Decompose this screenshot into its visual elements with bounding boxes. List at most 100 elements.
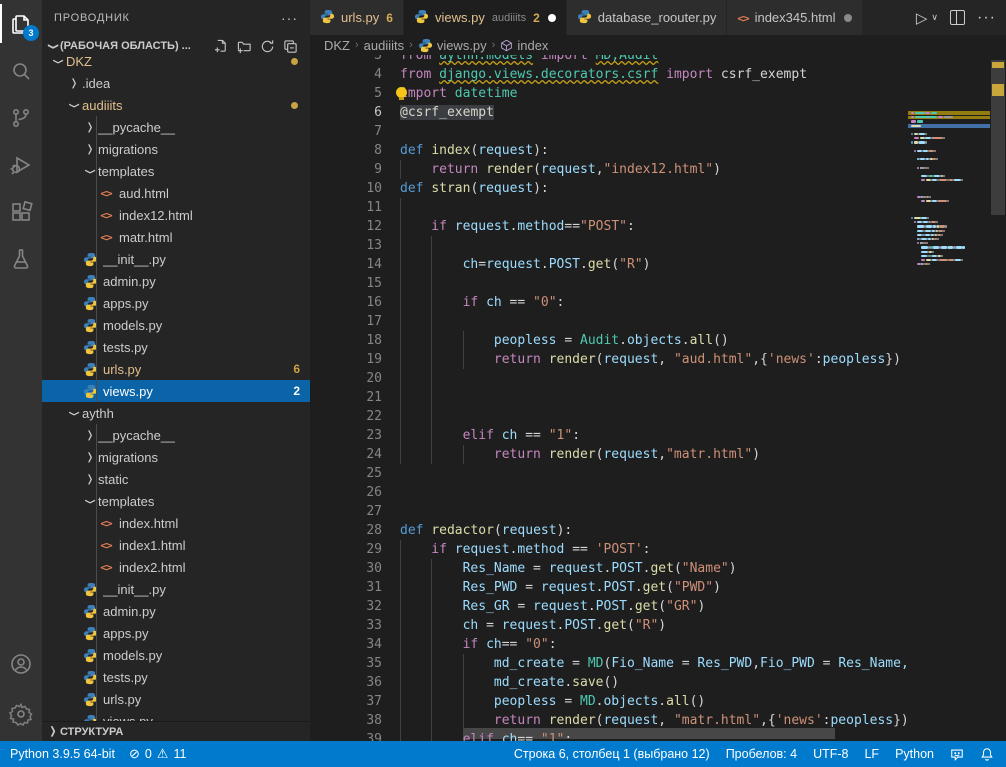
code-line-21[interactable]: 21: [310, 388, 908, 407]
tree-item--idea[interactable]: ❭.idea: [42, 72, 310, 94]
explorer-more-actions[interactable]: ···: [281, 10, 298, 26]
code-line-33[interactable]: 33ch = request.POST.get("R"): [310, 616, 908, 635]
tree-item-views-py[interactable]: views.py2: [42, 380, 310, 402]
python-interpreter-status[interactable]: Python 3.9.5 64-bit: [10, 747, 115, 761]
editor-more-actions[interactable]: ···: [977, 9, 996, 27]
code-line-39[interactable]: 39elif ch== "1":: [310, 730, 908, 741]
tree-item-tests-py[interactable]: tests.py: [42, 666, 310, 688]
tree-item-migrations[interactable]: ❭migrations: [42, 446, 310, 468]
code-line-6[interactable]: 6@csrf_exempt: [310, 103, 908, 122]
code-line-20[interactable]: 20: [310, 369, 908, 388]
tree-item-views-py[interactable]: views.py: [42, 710, 310, 721]
tab-index345-html[interactable]: <>index345.html: [727, 0, 862, 35]
tree-item-tests-py[interactable]: tests.py: [42, 336, 310, 358]
encoding-status[interactable]: UTF-8: [813, 747, 848, 761]
code-line-23[interactable]: 23elif ch == "1":: [310, 426, 908, 445]
tree-item-urls-py[interactable]: urls.py6: [42, 358, 310, 380]
code-editor[interactable]: 3from aythh.models import MD,Audit4from …: [310, 55, 1006, 741]
tree-item-aud-html[interactable]: <>aud.html: [42, 182, 310, 204]
code-line-19[interactable]: 19return render(request, "aud.html",{'ne…: [310, 350, 908, 369]
breadcrumb-item-views.py[interactable]: views.py: [418, 38, 487, 53]
settings-button[interactable]: [0, 687, 42, 741]
outline-section-header[interactable]: ❭ СТРУКТУРА: [42, 721, 310, 741]
code-line-22[interactable]: 22: [310, 407, 908, 426]
feedback-smiley-icon[interactable]: [950, 747, 964, 761]
code-line-38[interactable]: 38return render(request, "matr.html",{'n…: [310, 711, 908, 730]
new-file-icon[interactable]: [214, 39, 229, 54]
tree-item-dkz[interactable]: ❭DKZ: [42, 57, 310, 72]
extensions-activity-button[interactable]: [0, 188, 42, 235]
code-line-18[interactable]: 18peopless = Audit.objects.all(): [310, 331, 908, 350]
code-line-24[interactable]: 24return render(request,"matr.html"): [310, 445, 908, 464]
code-line-32[interactable]: 32Res_GR = request.POST.get("GR"): [310, 597, 908, 616]
dirty-dot-icon[interactable]: [844, 14, 852, 22]
tree-item-admin-py[interactable]: admin.py: [42, 270, 310, 292]
code-line-16[interactable]: 16if ch == "0":: [310, 293, 908, 312]
code-line-30[interactable]: 30Res_Name = request.POST.get("Name"): [310, 559, 908, 578]
language-mode-status[interactable]: Python: [895, 747, 934, 761]
tree-item--init-py[interactable]: __init__.py: [42, 248, 310, 270]
tree-item-index12-html[interactable]: <>index12.html: [42, 204, 310, 226]
code-line-28[interactable]: 28def redactor(request):: [310, 521, 908, 540]
code-line-8[interactable]: 8def index(request):: [310, 141, 908, 160]
source-control-activity-button[interactable]: [0, 94, 42, 141]
tree-item--pycache-[interactable]: ❭__pycache__: [42, 424, 310, 446]
code-line-17[interactable]: 17: [310, 312, 908, 331]
code-line-11[interactable]: 11: [310, 198, 908, 217]
code-line-35[interactable]: 35md_create = MD(Fio_Name = Res_PWD,Fio_…: [310, 654, 908, 673]
code-line-9[interactable]: 9return render(request,"index12.html"): [310, 160, 908, 179]
tree-item--pycache-[interactable]: ❭__pycache__: [42, 116, 310, 138]
breadcrumb-item-index[interactable]: index: [500, 38, 548, 53]
explorer-activity-button[interactable]: 3: [0, 0, 42, 47]
code-line-31[interactable]: 31Res_PWD = request.POST.get("PWD"): [310, 578, 908, 597]
tree-item-apps-py[interactable]: apps.py: [42, 292, 310, 314]
cursor-position-status[interactable]: Строка 6, столбец 1 (выбрано 12): [514, 747, 710, 761]
notifications-bell-icon[interactable]: [980, 747, 994, 761]
tree-item-aythh[interactable]: ❭aythh: [42, 402, 310, 424]
code-line-4[interactable]: 4from django.views.decorators.csrf impor…: [310, 65, 908, 84]
breadcrumb-item-dkz[interactable]: DKZ: [324, 38, 350, 53]
vertical-scrollbar[interactable]: [990, 55, 1006, 741]
testing-activity-button[interactable]: [0, 235, 42, 282]
code-line-13[interactable]: 13: [310, 236, 908, 255]
run-debug-activity-button[interactable]: [0, 141, 42, 188]
tree-item-models-py[interactable]: models.py: [42, 644, 310, 666]
code-line-26[interactable]: 26: [310, 483, 908, 502]
minimap[interactable]: [908, 75, 990, 741]
tree-item-audiiits[interactable]: ❭audiiits: [42, 94, 310, 116]
code-line-12[interactable]: 12if request.method=="POST":: [310, 217, 908, 236]
eol-status[interactable]: LF: [864, 747, 879, 761]
tree-item-apps-py[interactable]: apps.py: [42, 622, 310, 644]
tree-item--init-py[interactable]: __init__.py: [42, 578, 310, 600]
code-line-5[interactable]: 5import datetime: [310, 84, 908, 103]
dirty-dot-icon[interactable]: [548, 14, 556, 22]
tree-item-urls-py[interactable]: urls.py: [42, 688, 310, 710]
code-line-27[interactable]: 27: [310, 502, 908, 521]
account-button[interactable]: [0, 640, 42, 687]
tree-item-index2-html[interactable]: <>index2.html: [42, 556, 310, 578]
problems-status[interactable]: ⊘ 0 ⚠ 11: [129, 746, 187, 762]
code-line-14[interactable]: 14ch=request.POST.get("R"): [310, 255, 908, 274]
code-line-25[interactable]: 25: [310, 464, 908, 483]
tree-item-migrations[interactable]: ❭migrations: [42, 138, 310, 160]
tree-item-templates[interactable]: ❭templates: [42, 160, 310, 182]
tab-views-py[interactable]: views.pyaudiiits2: [404, 0, 567, 35]
tab-urls-py[interactable]: urls.py6: [310, 0, 404, 35]
collapse-all-icon[interactable]: [283, 39, 298, 54]
code-line-10[interactable]: 10def stran(request):: [310, 179, 908, 198]
code-line-36[interactable]: 36md_create.save(): [310, 673, 908, 692]
tree-item-models-py[interactable]: models.py: [42, 314, 310, 336]
tree-item-static[interactable]: ❭static: [42, 468, 310, 490]
search-activity-button[interactable]: [0, 47, 42, 94]
run-python-file-button[interactable]: ▷: [916, 9, 928, 27]
tree-item-matr-html[interactable]: <>matr.html: [42, 226, 310, 248]
breadcrumb-item-audiiits[interactable]: audiiits: [364, 38, 404, 53]
code-line-37[interactable]: 37peopless = MD.objects.all(): [310, 692, 908, 711]
workspace-section-header[interactable]: ❭ (РАБОЧАЯ ОБЛАСТЬ) ...: [42, 35, 310, 57]
tree-item-index-html[interactable]: <>index.html: [42, 512, 310, 534]
run-dropdown-icon[interactable]: ∨: [931, 12, 938, 23]
lightbulb-icon[interactable]: [396, 87, 407, 98]
code-line-7[interactable]: 7: [310, 122, 908, 141]
code-line-3[interactable]: 3from aythh.models import MD,Audit: [310, 55, 908, 65]
split-editor-icon[interactable]: [950, 10, 965, 25]
